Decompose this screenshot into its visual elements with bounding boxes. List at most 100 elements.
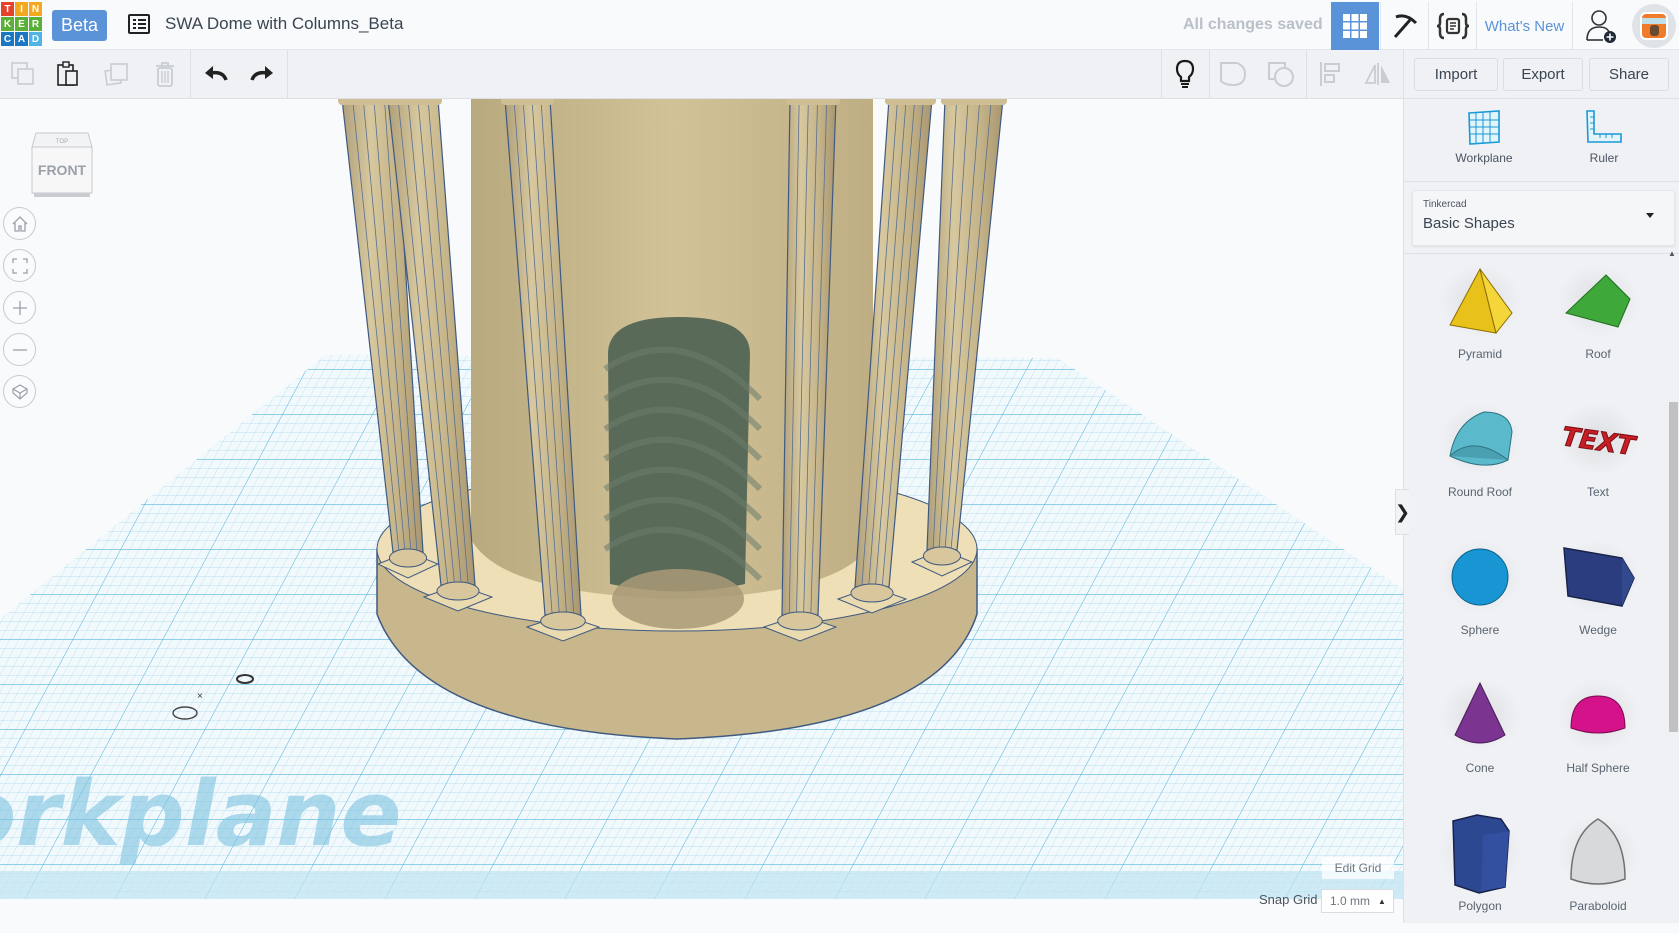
- shape-label: Sphere: [1460, 623, 1500, 637]
- mirror-button[interactable]: [1355, 50, 1401, 98]
- 3d-viewport[interactable]: Workplane × TOP FR: [0, 99, 1403, 923]
- trash-icon: [156, 62, 174, 87]
- solid-shape-button[interactable]: [1210, 50, 1256, 98]
- redo-icon: [250, 66, 273, 81]
- whats-new-label: What's New: [1484, 17, 1565, 35]
- polygon-icon: [1435, 813, 1525, 894]
- shape-wedge[interactable]: Wedge: [1543, 537, 1653, 657]
- hole-shape-button[interactable]: [1258, 50, 1304, 98]
- workplane-watermark: Workplane: [0, 762, 402, 867]
- design-title[interactable]: SWA Dome with Columns_Beta: [165, 14, 403, 34]
- align-button[interactable]: [1307, 50, 1353, 98]
- share-button[interactable]: Share: [1589, 58, 1669, 91]
- home-icon: [12, 215, 27, 232]
- snap-grid-label: Snap Grid: [1259, 892, 1318, 907]
- library-selected: Basic Shapes: [1423, 215, 1515, 232]
- snap-grid-value: 1.0 mm: [1330, 894, 1371, 908]
- shape-roof[interactable]: Roof: [1543, 261, 1653, 381]
- fit-icon: [11, 257, 28, 274]
- wedge-icon: [1553, 537, 1643, 617]
- codeblocks-icon: [1436, 12, 1469, 40]
- mirror-icon: [1364, 63, 1390, 85]
- zoom-in-button[interactable]: [3, 291, 36, 324]
- 3d-design-view-button[interactable]: [1331, 2, 1379, 50]
- tinkercad-logo[interactable]: TIN KER CAD: [1, 2, 44, 48]
- logo-letter: D: [29, 32, 42, 46]
- user-avatar[interactable]: [1632, 4, 1676, 48]
- solid-shape-icon: [1220, 62, 1247, 87]
- shape-label: Cone: [1465, 761, 1495, 775]
- workplane-tool[interactable]: Workplane: [1434, 109, 1534, 173]
- logo-letter: C: [1, 32, 14, 46]
- lightbulb-icon: [1175, 59, 1195, 88]
- paste-icon: [57, 61, 78, 86]
- round-roof-icon: [1435, 399, 1525, 479]
- shapes-scrollbar[interactable]: [1669, 402, 1678, 732]
- undo-button[interactable]: [193, 50, 239, 98]
- shape-label: Text: [1586, 485, 1609, 499]
- svg-text:FRONT: FRONT: [38, 162, 87, 178]
- ruler-tool[interactable]: Ruler: [1554, 109, 1654, 173]
- shape-pyramid[interactable]: Pyramid: [1425, 261, 1535, 381]
- shape-paraboloid[interactable]: Paraboloid: [1543, 813, 1653, 933]
- svg-text:TEXT: TEXT: [1560, 422, 1638, 462]
- undo-icon: [205, 66, 228, 81]
- shape-library-dropdown[interactable]: Tinkercad Basic Shapes: [1412, 190, 1675, 246]
- design-list-icon[interactable]: [128, 14, 150, 34]
- codeblocks-button[interactable]: [1428, 2, 1476, 50]
- edit-toolbar: Import Export Share: [0, 50, 1679, 99]
- beta-badge[interactable]: Beta: [52, 10, 107, 41]
- logo-letter: N: [29, 2, 42, 16]
- shape-cone[interactable]: Cone: [1425, 675, 1535, 795]
- toolbar-divider: [1403, 50, 1404, 98]
- logo-letter: I: [15, 2, 28, 16]
- logo-letter: T: [1, 2, 14, 16]
- divider: [1404, 181, 1679, 182]
- logo-letter: R: [29, 17, 42, 31]
- duplicate-icon: [104, 63, 128, 86]
- svg-text:TOP: TOP: [56, 139, 68, 145]
- caret-up-icon: ▲: [1378, 896, 1386, 906]
- roof-icon: [1553, 261, 1643, 341]
- fit-view-button[interactable]: [3, 249, 36, 282]
- workplane-label: Workplane: [1455, 151, 1513, 165]
- snap-grid-select[interactable]: 1.0 mm ▲: [1321, 889, 1394, 913]
- scroll-up-arrow-icon[interactable]: ▲: [1668, 249, 1676, 258]
- copy-button[interactable]: [0, 50, 46, 98]
- home-view-button[interactable]: [3, 207, 36, 240]
- plus-icon: [12, 300, 27, 315]
- minus-icon: [12, 348, 27, 351]
- minecraft-view-button[interactable]: [1380, 2, 1428, 50]
- duplicate-button[interactable]: [94, 50, 140, 98]
- toolbar-divider: [190, 50, 191, 98]
- redo-button[interactable]: [239, 50, 285, 98]
- collapse-panel-button[interactable]: ❯: [1395, 489, 1410, 535]
- svg-text:×: ×: [197, 691, 203, 702]
- pyramid-icon: [1435, 261, 1525, 341]
- shape-polygon[interactable]: Polygon: [1425, 813, 1535, 933]
- shape-label: Polygon: [1458, 899, 1502, 913]
- shape-sphere[interactable]: Sphere: [1425, 537, 1535, 657]
- shape-half-sphere[interactable]: Half Sphere: [1543, 675, 1653, 795]
- library-category: Tinkercad: [1423, 199, 1467, 210]
- ruler-icon: [1586, 110, 1622, 143]
- shape-text[interactable]: TEXT Text: [1543, 399, 1653, 519]
- perspective-toggle-button[interactable]: [3, 375, 36, 408]
- export-button[interactable]: Export: [1503, 58, 1583, 91]
- delete-button[interactable]: [142, 50, 188, 98]
- dropdown-arrow-icon: [1646, 213, 1654, 218]
- notes-button[interactable]: [1162, 50, 1208, 98]
- sphere-icon: [1435, 537, 1525, 617]
- view-cube[interactable]: TOP FRONT: [30, 129, 94, 199]
- whats-new-link[interactable]: What's New: [1476, 2, 1572, 50]
- shape-label: Paraboloid: [1569, 899, 1627, 913]
- text-icon: TEXT: [1553, 399, 1643, 479]
- invite-user-button[interactable]: [1572, 2, 1630, 50]
- edit-grid-button[interactable]: Edit Grid: [1322, 857, 1394, 879]
- shape-round-roof[interactable]: Round Roof: [1425, 399, 1535, 519]
- divider: [1404, 253, 1679, 254]
- import-button[interactable]: Import: [1414, 58, 1498, 91]
- zoom-out-button[interactable]: [3, 333, 36, 366]
- paste-button[interactable]: [46, 50, 92, 98]
- hole-shape-icon: [1268, 62, 1294, 87]
